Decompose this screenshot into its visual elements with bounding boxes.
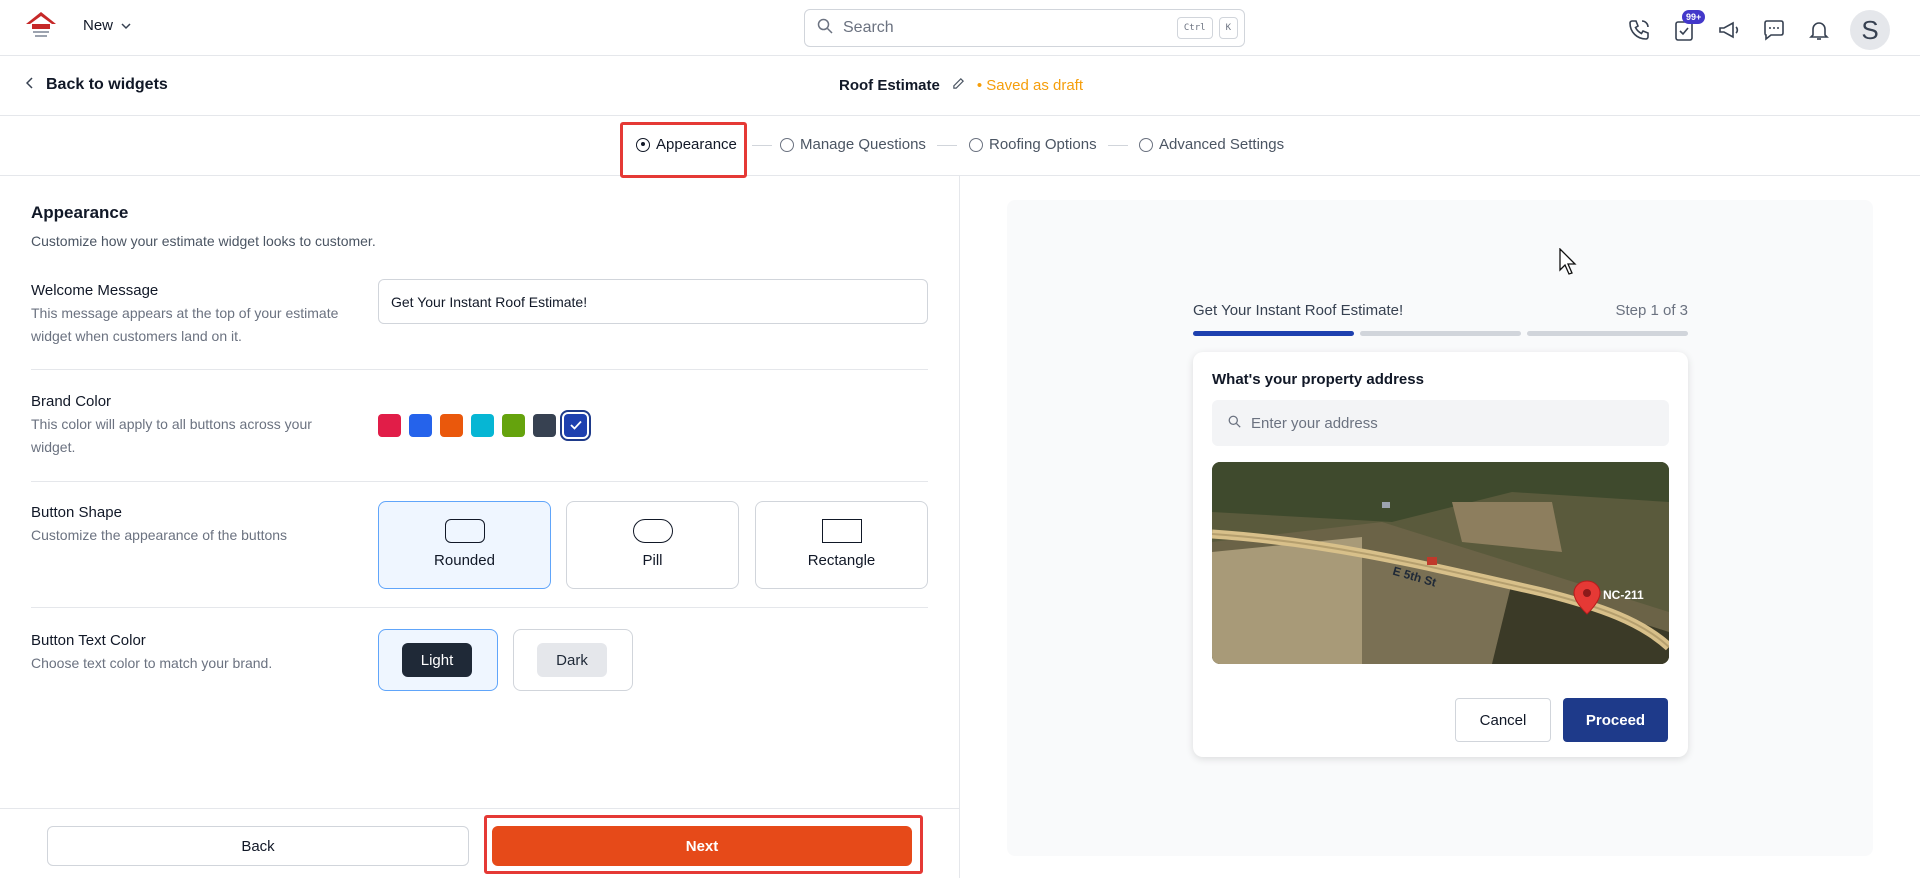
step-label: Roofing Options: [989, 136, 1097, 153]
pill-shape-icon: [633, 519, 673, 543]
brand-color-description: This color will apply to all buttons acr…: [31, 416, 312, 455]
company-logo[interactable]: [24, 10, 58, 42]
tasks-icon[interactable]: 99+: [1670, 10, 1706, 48]
address-placeholder: Enter your address: [1251, 414, 1378, 432]
text-color-option-dark[interactable]: Dark: [513, 629, 633, 691]
divider: [31, 481, 928, 482]
text-color-option-light[interactable]: Light: [378, 629, 498, 691]
step-connector: [752, 145, 772, 146]
brand-color-swatches: [378, 410, 591, 441]
step-label: Manage Questions: [800, 136, 926, 153]
preview-step-indicator: Step 1 of 3: [1615, 302, 1688, 319]
button-shape-description: Customize the appearance of the buttons: [31, 527, 288, 543]
new-label: New: [83, 17, 114, 34]
shape-option-rounded[interactable]: Rounded: [378, 501, 551, 589]
rounded-shape-icon: [445, 519, 485, 543]
welcome-message-input[interactable]: [378, 279, 928, 324]
phone-icon[interactable]: [1625, 12, 1653, 48]
new-menu-button[interactable]: New: [83, 17, 131, 34]
check-icon: [569, 418, 582, 433]
preview-question: What's your property address: [1212, 371, 1424, 388]
chevron-left-icon: [25, 76, 34, 94]
shape-option-label: Pill: [642, 552, 663, 569]
preview-header: Get Your Instant Roof Estimate! Step 1 o…: [1193, 302, 1688, 319]
section-title: Appearance: [31, 203, 129, 222]
step-connector: [1108, 145, 1128, 146]
color-swatch-green[interactable]: [502, 414, 525, 437]
button-shape-label: Button Shape: [31, 504, 122, 521]
widget-title: Roof Estimate: [839, 77, 940, 94]
edit-pencil-icon[interactable]: [952, 77, 965, 94]
color-swatch-red[interactable]: [378, 414, 401, 437]
appearance-form: Appearance Customize how your estimate w…: [0, 176, 959, 808]
preview-proceed-button[interactable]: Proceed: [1563, 698, 1668, 742]
bell-icon[interactable]: [1805, 12, 1833, 48]
step-pending-icon: [969, 137, 983, 152]
shape-option-pill[interactable]: Pill: [566, 501, 739, 589]
step-roofing-options[interactable]: Roofing Options: [969, 136, 1097, 153]
text-color-option-label: Dark: [537, 643, 607, 677]
back-button[interactable]: Back: [47, 826, 469, 866]
step-advanced-settings[interactable]: Advanced Settings: [1139, 136, 1284, 153]
divider: [31, 607, 928, 608]
progress-segment-complete: [1193, 331, 1354, 336]
preview-address-input[interactable]: Enter your address: [1212, 400, 1669, 446]
progress-segment: [1527, 331, 1688, 336]
preview-welcome-text: Get Your Instant Roof Estimate!: [1193, 302, 1404, 319]
search-placeholder: Search: [843, 19, 894, 36]
search-icon: [1228, 415, 1241, 432]
step-manage-questions[interactable]: Manage Questions: [780, 136, 926, 153]
button-text-color-description: Choose text color to match your brand.: [31, 655, 273, 671]
shape-option-label: Rounded: [434, 552, 495, 569]
search-icon: [817, 18, 833, 39]
global-search[interactable]: Search Ctrl K: [804, 9, 1245, 47]
preview-map[interactable]: E 5th St NC-211: [1212, 462, 1669, 664]
step-pending-icon: [1139, 137, 1153, 152]
mouse-cursor-icon: [1559, 247, 1579, 281]
rectangle-shape-icon: [822, 519, 862, 543]
preview-progress-bar: [1193, 331, 1688, 336]
megaphone-icon[interactable]: [1715, 12, 1743, 48]
chevron-down-icon: [121, 17, 131, 34]
step-pending-icon: [780, 137, 794, 152]
text-color-option-label: Light: [402, 643, 472, 677]
shape-option-label: Rectangle: [807, 552, 876, 569]
step-label: Advanced Settings: [1159, 136, 1285, 153]
highlight-box-appearance: [620, 122, 747, 178]
widget-header: Back to widgets Roof Estimate • Saved as…: [0, 56, 1920, 116]
widget-title-group: Roof Estimate • Saved as draft: [839, 77, 1083, 94]
brand-color-label: Brand Color: [31, 393, 112, 410]
user-avatar[interactable]: S: [1850, 10, 1890, 50]
color-swatch-blue[interactable]: [409, 414, 432, 437]
preview-cancel-button[interactable]: Cancel: [1455, 698, 1551, 742]
color-swatch-navy-selected[interactable]: [560, 410, 591, 441]
top-icons: 99+ S: [1625, 10, 1890, 50]
tasks-badge: 99+: [1682, 10, 1706, 24]
highlight-box-next: [484, 815, 923, 874]
color-swatch-orange[interactable]: [440, 414, 463, 437]
top-bar: New Search Ctrl K 99+ S: [0, 0, 1920, 56]
button-text-color-label: Button Text Color: [31, 632, 146, 649]
map-marker-label: NC-211: [1603, 588, 1644, 602]
back-to-widgets-link[interactable]: Back to widgets: [25, 76, 168, 94]
divider: [31, 369, 928, 370]
shape-option-rectangle[interactable]: Rectangle: [755, 501, 928, 589]
chat-icon[interactable]: [1760, 12, 1788, 48]
preview-card: What's your property address Enter your …: [1193, 352, 1688, 757]
shortcut-ctrl: Ctrl: [1176, 17, 1213, 39]
draft-status: • Saved as draft: [976, 77, 1084, 94]
step-connector: [937, 145, 957, 146]
stepper: Appearance Manage Questions Roofing Opti…: [0, 116, 1920, 176]
color-swatch-slate[interactable]: [533, 414, 556, 437]
shortcut-k: K: [1218, 17, 1238, 39]
color-swatch-cyan[interactable]: [471, 414, 494, 437]
back-to-widgets-label: Back to widgets: [46, 76, 168, 93]
progress-segment: [1360, 331, 1521, 336]
vertical-divider: [959, 176, 960, 878]
section-description: Customize how your estimate widget looks…: [31, 233, 376, 249]
welcome-message-description: This message appears at the top of your …: [31, 305, 339, 344]
welcome-message-label: Welcome Message: [31, 282, 159, 299]
